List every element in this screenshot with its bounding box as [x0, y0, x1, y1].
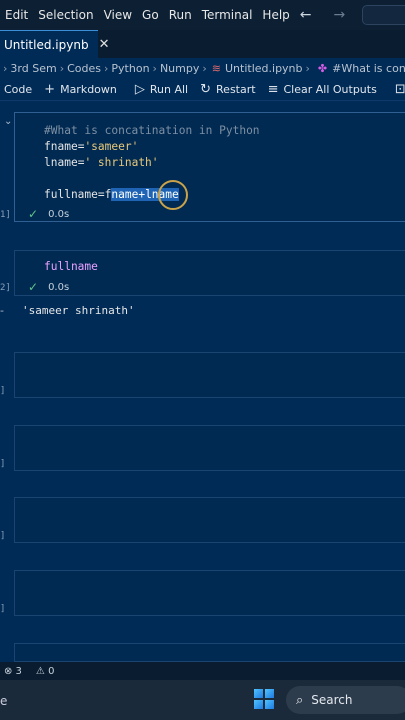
variables-button[interactable]: ⊡ Va [395, 82, 405, 97]
run-all-label: Run All [149, 82, 189, 96]
code-token: fullname [44, 260, 98, 273]
restart-icon: ↻ [200, 81, 212, 97]
clear-all-label: Clear All Outputs [283, 82, 377, 96]
tab-bar: Untitled.ipynb ✕ [0, 30, 405, 58]
breadcrumb-file[interactable]: Untitled.ipynb [225, 62, 303, 75]
breadcrumb-item[interactable]: Codes [67, 62, 101, 75]
breadcrumb-separator: › [3, 61, 8, 75]
execution-count: ] [0, 531, 6, 541]
cell-output: 'sameer shrinath' [22, 304, 135, 317]
tab-untitled-ipynb[interactable]: Untitled.ipynb ✕ [0, 30, 109, 58]
execution-time: 0.0s [48, 208, 70, 220]
problems-errors[interactable]: ⊗ 3 [4, 666, 22, 677]
breadcrumb: › 3rd Sem › Codes › Python › Numpy › ≋ U… [0, 58, 405, 78]
menu-selection[interactable]: Selection [33, 8, 98, 22]
restart-label: Restart [216, 82, 256, 96]
breadcrumb-separator: › [305, 61, 310, 75]
code-string: 'sameer' [84, 140, 139, 153]
menu-view[interactable]: View [99, 8, 137, 22]
empty-code-cell[interactable] [14, 643, 405, 662]
plus-icon: + [44, 81, 56, 97]
add-markdown-button[interactable]: + Markdown [44, 82, 117, 97]
code-line: lname=' shrinath' [44, 156, 159, 169]
run-all-icon: ▷ [134, 81, 145, 97]
code-line: fullname [44, 260, 98, 273]
empty-code-cell[interactable] [14, 352, 405, 398]
empty-code-cell[interactable] [14, 570, 405, 616]
command-center[interactable] [362, 5, 405, 25]
close-icon[interactable]: ✕ [99, 37, 110, 52]
search-icon: ⌕ [296, 692, 304, 708]
breadcrumb-item[interactable]: Numpy [160, 62, 199, 75]
execution-count: ] [0, 386, 6, 396]
breadcrumb-separator: › [202, 61, 207, 75]
cursor-highlight [158, 180, 188, 210]
execution-count: 1] [0, 210, 11, 220]
code-token: = [97, 188, 105, 201]
execution-time: 0.0s [48, 281, 70, 293]
collapse-chevron-icon[interactable]: ⌄ [4, 116, 12, 127]
empty-code-cell[interactable] [14, 425, 405, 471]
taskbar-edge-icon[interactable]: e [0, 694, 7, 708]
menu-help[interactable]: Help [257, 8, 294, 22]
breadcrumb-separator: › [152, 61, 157, 75]
execution-count: 2] [0, 283, 11, 293]
menu-terminal[interactable]: Terminal [197, 8, 258, 22]
code-comment: #What is concatination in Python [44, 124, 260, 137]
markdown-section-icon: ✤ [317, 61, 328, 75]
cell-status: ✓ 0.0s [28, 207, 69, 221]
cell-status: ✓ 0.0s [28, 280, 69, 294]
empty-code-cell[interactable] [14, 497, 405, 543]
code-line: fname='sameer' [44, 140, 138, 153]
add-code-label: Code [4, 82, 33, 96]
menu-bar: Edit Selection View Go Run Terminal Help… [0, 0, 405, 30]
menu-edit[interactable]: Edit [0, 8, 33, 22]
clear-all-icon: ≡ [267, 81, 279, 97]
search-label: Search [311, 693, 353, 707]
code-token: lname [44, 156, 78, 169]
code-token: fname [44, 140, 78, 153]
tab-label: Untitled.ipynb [4, 37, 89, 52]
code-cell[interactable] [14, 250, 405, 296]
menu-run[interactable]: Run [164, 8, 197, 22]
windows-start-icon[interactable] [254, 689, 274, 709]
execution-count: ] [0, 604, 6, 614]
ports-count[interactable]: ⚠ 0 [36, 666, 55, 677]
code-token: fullname [44, 188, 98, 201]
taskbar-search[interactable]: ⌕ Search [286, 686, 405, 714]
check-icon: ✓ [28, 207, 39, 221]
breadcrumb-item[interactable]: 3rd Sem [10, 62, 56, 75]
notebook-toolbar: Code + Markdown ▷ Run All ↻ Restart ≡ Cl… [0, 78, 405, 101]
forward-arrow-icon[interactable]: → [329, 7, 351, 23]
status-bar: ⊗ 3 ⚠ 0 [0, 662, 405, 680]
add-code-button[interactable]: Code [4, 83, 32, 96]
add-markdown-label: Markdown [60, 82, 117, 96]
execution-count: ] [0, 459, 6, 469]
nav-controls: ← → [295, 5, 405, 25]
breadcrumb-item[interactable]: Python [111, 62, 149, 75]
menu-go[interactable]: Go [137, 8, 164, 22]
code-string: ' shrinath' [84, 156, 159, 169]
breadcrumb-separator: › [59, 61, 65, 75]
notebook-file-icon: ≋ [211, 61, 221, 75]
clear-all-outputs-button[interactable]: ≡ Clear All Outputs [268, 82, 377, 97]
breadcrumb-separator: › [104, 61, 109, 75]
output-marker: - [0, 304, 4, 317]
back-arrow-icon[interactable]: ← [295, 7, 317, 23]
restart-button[interactable]: ↻ Restart [200, 82, 255, 97]
check-icon: ✓ [28, 280, 39, 294]
breadcrumb-section[interactable]: #What is concatination in Python [332, 62, 405, 75]
code-line: #What is concatination in Python [44, 124, 260, 137]
variables-icon: ⊡ [394, 81, 405, 97]
run-all-button[interactable]: ▷ Run All [135, 82, 188, 97]
